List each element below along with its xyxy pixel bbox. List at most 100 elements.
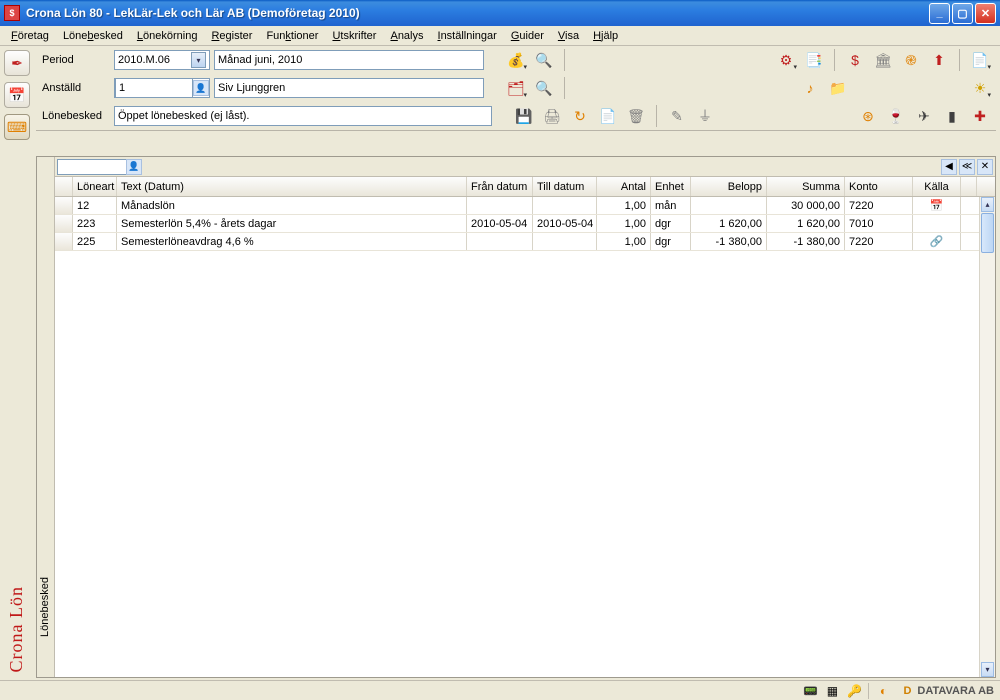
status-vendor-icon: ◐ (875, 683, 891, 699)
menu-guider[interactable]: Guider (504, 28, 551, 44)
close-button[interactable]: ✕ (975, 3, 996, 24)
sun-icon[interactable]: ☀▾ (968, 76, 992, 100)
page-search-icon[interactable]: 📄▾ (968, 48, 992, 72)
calendar-icon: 📅 (930, 199, 944, 212)
brand-side-label: Crona Lön (6, 586, 27, 672)
export-icon[interactable]: ⬆ (927, 48, 951, 72)
delete-icon[interactable]: 🗑 (624, 104, 648, 128)
employee-name-display: Siv Ljunggren (214, 78, 484, 98)
col-till[interactable]: Till datum (533, 177, 597, 196)
print-icon[interactable]: 🖨 (540, 104, 564, 128)
col-belopp[interactable]: Belopp (691, 177, 767, 196)
employee-label: Anställd (40, 82, 110, 94)
payslip-label: Lönebesked (40, 110, 110, 122)
grid-close-icon[interactable]: ✕ (977, 159, 993, 175)
grid-side-tab[interactable]: Lönebesked (37, 157, 55, 677)
copy-icon[interactable]: 📑 (802, 48, 826, 72)
window-titlebar: $ Crona Lön 80 - LekLär-Lek och Lär AB (… (0, 0, 1000, 26)
money-doc-icon[interactable]: $ (843, 48, 867, 72)
status-calculator-icon[interactable]: 📟 (802, 683, 818, 699)
col-loneart[interactable]: Löneart (73, 177, 117, 196)
grid-body[interactable]: 12Månadslön1,00mån30 000,007220📅223Semes… (55, 197, 995, 677)
payslip-status: Öppet lönebesked (ej låst). (114, 106, 492, 126)
menu-lonekorning[interactable]: Lönekörning (130, 28, 205, 44)
menu-register[interactable]: Register (204, 28, 259, 44)
scroll-thumb[interactable] (981, 213, 994, 253)
left-navbar: ✒ 📅 ⌨ (4, 50, 32, 140)
employee-search-icon[interactable]: 🔍 (532, 76, 556, 100)
maximize-button[interactable]: ▢ (952, 3, 973, 24)
grid-rewind-icon[interactable]: ≪ (959, 159, 975, 175)
status-key-icon[interactable]: 🔑 (846, 683, 862, 699)
gear-icon[interactable]: ⚙▾ (774, 48, 798, 72)
table-row[interactable]: 223Semesterlön 5,4% - årets dagar2010-05… (55, 215, 995, 233)
status-grid-icon[interactable]: ▦ (824, 683, 840, 699)
employee-id-field[interactable]: 👤 (114, 78, 210, 98)
period-label: Period (40, 54, 110, 66)
menu-lonebesked[interactable]: Lönebesked (56, 28, 130, 44)
wine-icon[interactable]: 🍷 (884, 104, 908, 128)
menu-foretag[interactable]: Företag (4, 28, 56, 44)
save-icon[interactable]: 💾 (512, 104, 536, 128)
grid-search-button[interactable]: 👤 (126, 159, 142, 175)
menubar: Företag Lönebesked Lönekörning Register … (0, 26, 1000, 46)
scroll-down-icon[interactable]: ▾ (981, 662, 994, 677)
edit-icon[interactable]: ✎ (665, 104, 689, 128)
nav-calendar-icon[interactable]: 📅 (4, 82, 30, 108)
link-icon: 🔗 (930, 235, 944, 248)
grid-toolbar: 👤 ◀ ≪ ✕ (55, 157, 995, 177)
nav-keyboard-icon[interactable]: ⌨ (4, 114, 30, 140)
grid-scrollbar[interactable]: ▴ ▾ (979, 197, 995, 677)
statusbar: 📟 ▦ 🔑 ◐ D DATAVARA AB (0, 680, 1000, 700)
app-icon: $ (4, 5, 20, 21)
stamp-icon[interactable]: ⏚ (693, 104, 717, 128)
menu-funktioner[interactable]: Funktioner (259, 28, 325, 44)
toolbar-area: Period 2010.M.06 ▾ Månad juni, 2010 💰▾ 🔍… (36, 46, 996, 131)
col-konto[interactable]: Konto (845, 177, 913, 196)
menu-visa[interactable]: Visa (551, 28, 586, 44)
payslip-grid: Lönebesked 👤 ◀ ≪ ✕ Löneart Text (Datum) … (36, 156, 996, 678)
chevron-down-icon[interactable]: ▾ (191, 52, 206, 68)
col-summa[interactable]: Summa (767, 177, 845, 196)
grid-search-input[interactable] (57, 159, 127, 175)
note-icon[interactable]: ♪ (798, 76, 822, 100)
employee-card-icon[interactable]: 🗂▾ (504, 76, 528, 100)
period-money-bag-icon[interactable]: 💰▾ (504, 48, 528, 72)
scroll-up-icon[interactable]: ▴ (981, 197, 994, 212)
new-doc-icon[interactable]: 📄 (596, 104, 620, 128)
period-row: Period 2010.M.06 ▾ Månad juni, 2010 💰▾ 🔍… (36, 46, 996, 74)
grid-prev-icon[interactable]: ◀ (941, 159, 957, 175)
table-row[interactable]: 225Semesterlöneavdrag 4,6 %1,00dgr-1 380… (55, 233, 995, 251)
employee-row: Anställd 👤 Siv Ljunggren 🗂▾ 🔍 ♪ 📁 ☀▾ (36, 74, 996, 102)
medical-icon[interactable]: ✚ (968, 104, 992, 128)
col-enhet[interactable]: Enhet (651, 177, 691, 196)
col-text[interactable]: Text (Datum) (117, 177, 467, 196)
period-money-search-icon[interactable]: 🔍 (532, 48, 556, 72)
window-title: Crona Lön 80 - LekLär-Lek och Lär AB (De… (26, 6, 929, 20)
menu-utskrifter[interactable]: Utskrifter (325, 28, 383, 44)
col-fran[interactable]: Från datum (467, 177, 533, 196)
spiral-icon[interactable]: ֎ (899, 48, 923, 72)
period-display: Månad juni, 2010 (214, 50, 484, 70)
col-kalla[interactable]: Källa (913, 177, 961, 196)
col-antal[interactable]: Antal (597, 177, 651, 196)
status-vendor-1: D (903, 685, 911, 697)
minimize-button[interactable]: _ (929, 3, 950, 24)
grid-header: Löneart Text (Datum) Från datum Till dat… (55, 177, 995, 197)
menu-analys[interactable]: Analys (383, 28, 430, 44)
table-row[interactable]: 12Månadslön1,00mån30 000,007220📅 (55, 197, 995, 215)
coins-icon[interactable]: ⊛ (856, 104, 880, 128)
employee-picker-icon[interactable]: 👤 (193, 80, 209, 96)
menu-installningar[interactable]: Inställningar (431, 28, 504, 44)
menu-hjalp[interactable]: Hjälp (586, 28, 625, 44)
road-icon[interactable]: ▮ (940, 104, 964, 128)
nav-pin-icon[interactable]: ✒ (4, 50, 30, 76)
period-combo[interactable]: 2010.M.06 ▾ (114, 50, 210, 70)
status-vendor-label: DATAVARA AB (917, 685, 994, 697)
employee-id-input[interactable] (115, 78, 193, 98)
bank-icon[interactable]: 🏛 (871, 48, 895, 72)
plane-icon[interactable]: ✈ (912, 104, 936, 128)
folder-icon[interactable]: 📁 (826, 76, 850, 100)
refresh-icon[interactable]: ↻ (568, 104, 592, 128)
payslip-row: Lönebesked Öppet lönebesked (ej låst). 💾… (36, 102, 996, 130)
